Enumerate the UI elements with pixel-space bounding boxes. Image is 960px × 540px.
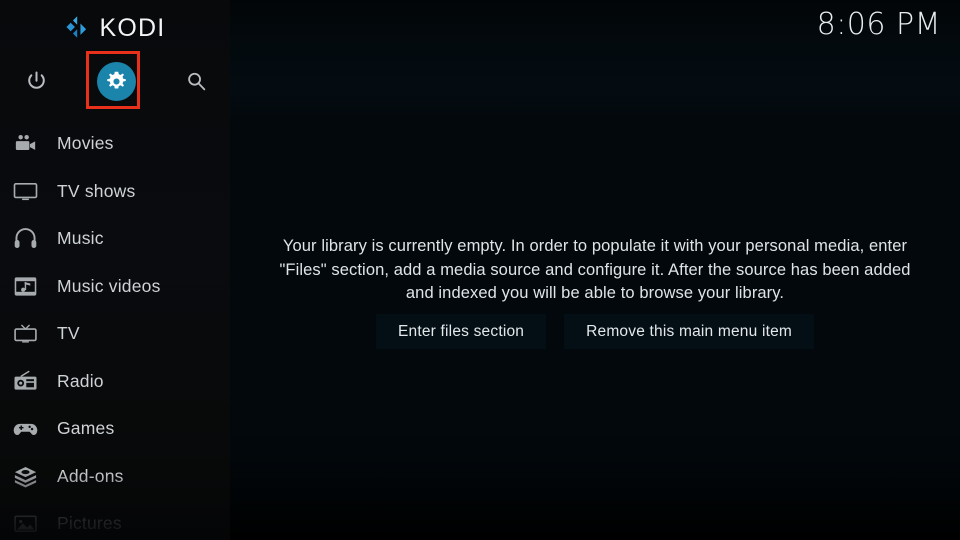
settings-button[interactable] [91,56,141,106]
action-buttons-row: Enter files section Remove this main men… [230,314,960,349]
tv-antenna-icon [10,319,40,349]
sidebar-item-label: TV shows [57,180,136,201]
movie-camera-icon [10,129,40,159]
kodi-home-screen: Your library is currently empty. In orde… [0,0,960,540]
kodi-logo-icon [65,16,86,38]
sidebar-item-label: Add-ons [57,465,124,486]
sidebar-item-label: Pictures [57,513,122,534]
sidebar-item-music[interactable]: Music [0,215,230,263]
power-icon [27,70,45,89]
sidebar-item-label: TV [57,323,80,344]
pictures-icon [10,509,40,539]
gear-icon [106,71,126,89]
sidebar: KODI Movies TV shows Music Music videos … [0,0,230,540]
tv-monitor-icon [10,176,40,206]
app-logo: KODI [0,10,230,46]
search-button[interactable] [171,56,221,106]
film-music-icon [10,271,40,301]
sidebar-item-label: Music videos [57,275,161,296]
search-icon [187,72,205,90]
sidebar-item-label: Movies [57,133,114,154]
sidebar-item-label: Radio [57,370,104,391]
sidebar-item-label: Games [57,418,115,439]
gamepad-icon [10,414,40,444]
sidebar-item-pictures[interactable]: Pictures [0,500,230,540]
clock: 8:06 PM [816,7,941,42]
headphones-icon [10,224,40,254]
sidebar-item-tv-shows[interactable]: TV shows [0,168,230,216]
sidebar-item-tv[interactable]: TV [0,310,230,358]
app-name: KODI [99,13,166,42]
sidebar-item-movies[interactable]: Movies [0,120,230,168]
main-content: Your library is currently empty. In orde… [230,0,960,540]
sidebar-item-music-videos[interactable]: Music videos [0,263,230,311]
remove-main-menu-item-button[interactable]: Remove this main menu item [564,314,815,349]
radio-icon [10,366,40,396]
sidebar-item-games[interactable]: Games [0,405,230,453]
empty-library-message: Your library is currently empty. In orde… [279,237,911,302]
sidebar-menu: Movies TV shows Music Music videos TV Ra… [0,120,230,540]
sidebar-top-actions [0,56,230,106]
enter-files-section-button[interactable]: Enter files section [375,314,547,349]
sidebar-item-radio[interactable]: Radio [0,358,230,406]
sidebar-item-add-ons[interactable]: Add-ons [0,453,230,501]
settings-disc [96,61,136,101]
sidebar-item-label: Music [57,228,104,249]
power-button[interactable] [11,56,61,106]
addons-box-icon [10,461,40,491]
